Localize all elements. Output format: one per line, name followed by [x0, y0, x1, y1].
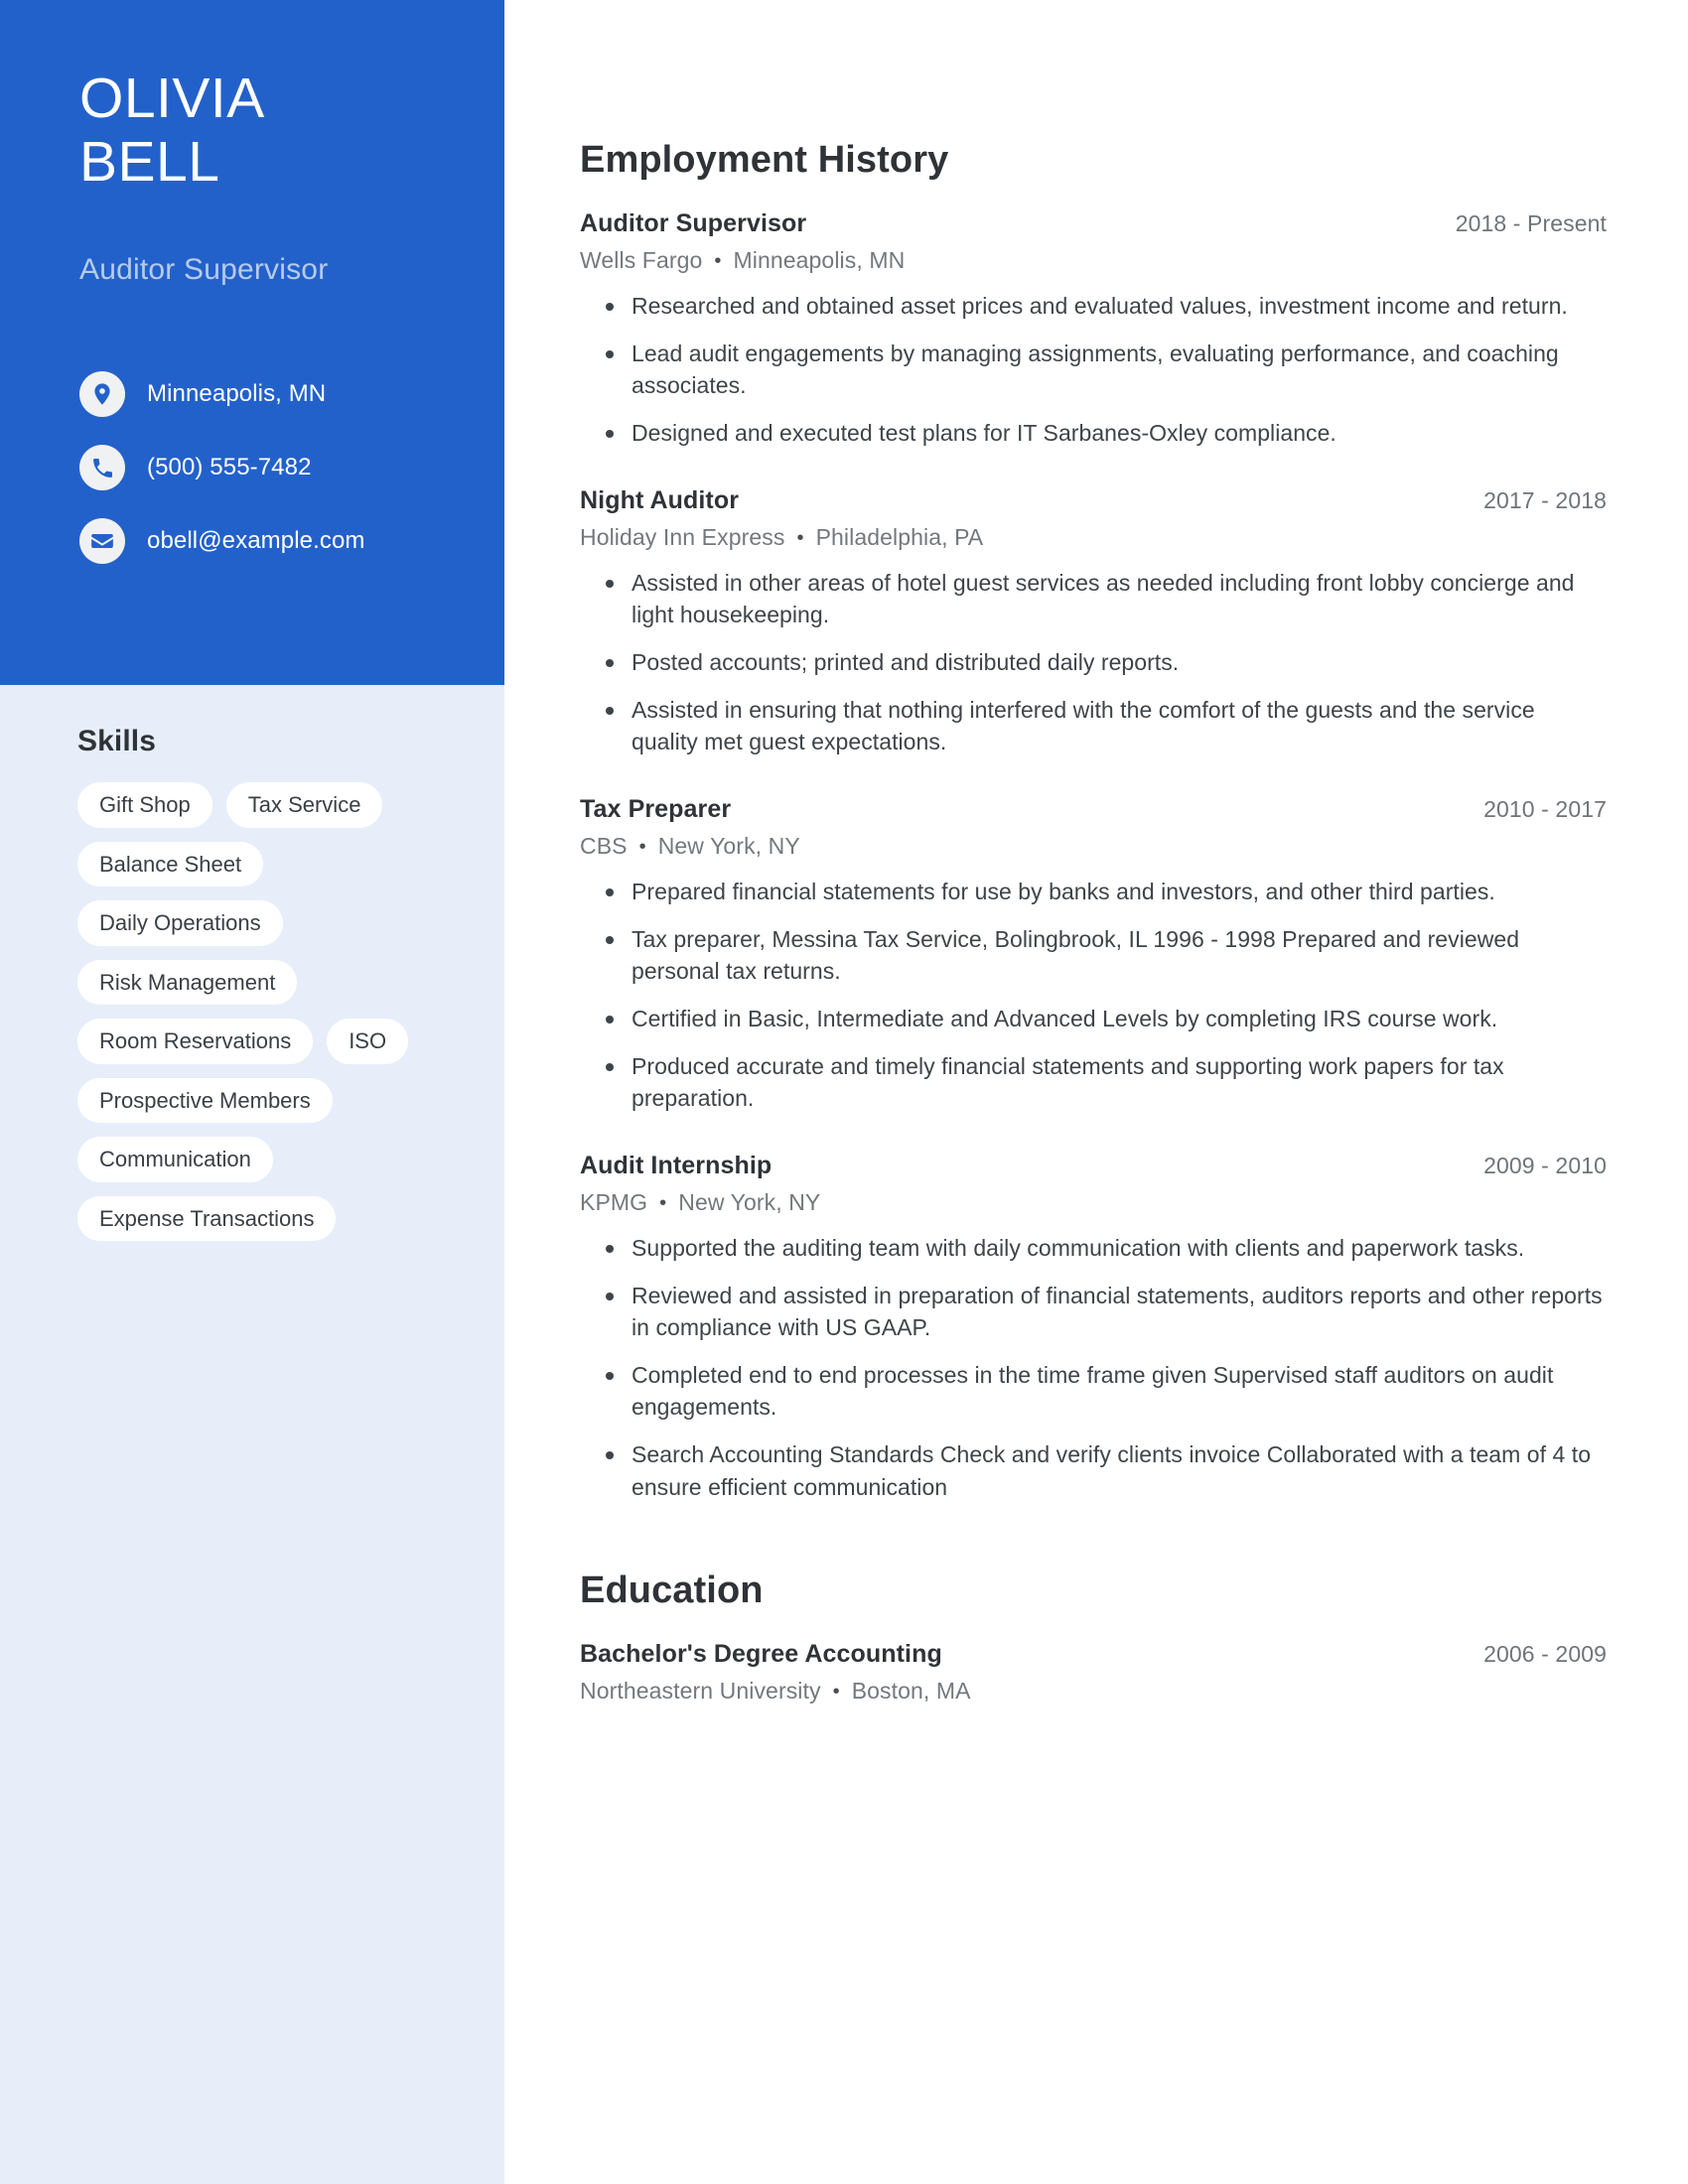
- entry-location: Philadelphia, PA: [815, 523, 984, 550]
- entry-separator-dot: •: [714, 250, 722, 272]
- entry-organization: KPMG: [580, 1188, 648, 1215]
- entry-bullet: Prepared financial statements for use by…: [606, 876, 1607, 908]
- entry-header: Auditor Supervisor 2018 - Present: [580, 209, 1607, 238]
- contact-item-phone: (500) 555-7482: [79, 431, 496, 504]
- experience-entry: Auditor Supervisor 2018 - Present Wells Fa…: [580, 209, 1607, 450]
- experience-entry: Bachelor's Degree Accounting 2006 - 2009 N…: [580, 1640, 1607, 1705]
- entry-header: Tax Preparer 2010 - 2017: [580, 795, 1607, 824]
- skill-pill: Gift Shop: [77, 782, 212, 828]
- skill-pill: Expense Transactions: [77, 1195, 337, 1241]
- entry-organization-line: KPMG • New York, NY: [580, 1189, 1607, 1216]
- entry-title: Bachelor's Degree Accounting: [580, 1640, 942, 1669]
- entry-header: Bachelor's Degree Accounting 2006 - 2009: [580, 1640, 1607, 1669]
- entry-location: Boston, MA: [851, 1678, 971, 1705]
- entry-date-range: 2018 - Present: [1455, 210, 1607, 236]
- candidate-job-title: Auditor Supervisor: [79, 253, 329, 286]
- entry-separator-dot: •: [796, 526, 804, 549]
- entry-spacer: [580, 773, 1607, 795]
- skills-heading: Skills: [77, 725, 156, 757]
- entry-date-range: 2017 - 2018: [1483, 486, 1607, 513]
- entry-organization-line: Wells Fargo • Minneapolis, MN: [580, 247, 1607, 274]
- skill-pill: Tax Service: [225, 782, 383, 828]
- entry-bullet-list: Researched and obtained asset prices and…: [580, 290, 1607, 450]
- experience-entry: Audit Internship 2009 - 2010 KPMG • New York…: [580, 1152, 1607, 1504]
- skill-pill: Risk Management: [77, 959, 298, 1005]
- entry-bullet: Search Accounting Standards Check and ve…: [606, 1438, 1607, 1503]
- entry-organization: CBS: [580, 832, 628, 859]
- entry-bullet: Assisted in ensuring that nothing interf…: [606, 694, 1607, 758]
- entry-separator-dot: •: [638, 835, 646, 858]
- entry-bullet: Produced accurate and timely financial s…: [606, 1050, 1607, 1115]
- entry-organization-line: Holiday Inn Express • Philadelphia, PA: [580, 524, 1607, 551]
- resume-page: OLIVIA BELL Auditor Supervisor Minneapol…: [0, 0, 1688, 2184]
- entry-bullet: Reviewed and assisted in preparation of …: [606, 1280, 1607, 1344]
- entry-title: Audit Internship: [580, 1151, 773, 1179]
- phone-icon: [79, 445, 125, 490]
- entry-bullet-list: Prepared financial statements for use by…: [580, 876, 1607, 1115]
- first-name: OLIVIA: [79, 67, 265, 130]
- contact-location-text: Minneapolis, MN: [147, 380, 327, 407]
- last-name: BELL: [79, 129, 220, 194]
- entry-location: Minneapolis, MN: [733, 247, 906, 273]
- email-icon: [79, 518, 125, 564]
- entry-bullet: Researched and obtained asset prices and…: [606, 290, 1607, 323]
- entry-bullet: Lead audit engagements by managing assig…: [606, 338, 1607, 402]
- contact-item-email: obell@example.com: [79, 504, 496, 578]
- entry-bullet: Supported the auditing team with daily c…: [606, 1232, 1607, 1265]
- entry-organization-line: Northeastern University • Boston, MA: [580, 1678, 1607, 1705]
- education-heading: Education: [580, 1570, 764, 1612]
- employment-entries: Auditor Supervisor 2018 - Present Wells Fa…: [580, 209, 1607, 1503]
- candidate-name: OLIVIA BELL: [79, 67, 477, 195]
- entry-header: Night Auditor 2017 - 2018: [580, 486, 1607, 515]
- employment-history-section: Employment History Auditor Supervisor 201…: [580, 139, 1607, 1503]
- entry-bullet: Tax preparer, Messina Tax Service, Bolin…: [606, 923, 1607, 988]
- entry-separator-dot: •: [659, 1191, 667, 1214]
- entry-organization: Northeastern University: [580, 1678, 821, 1705]
- entry-title: Auditor Supervisor: [580, 209, 807, 237]
- experience-entry: Night Auditor 2017 - 2018 Holiday Inn Expr…: [580, 486, 1607, 758]
- experience-entry: Tax Preparer 2010 - 2017 CBS • New York, NY P…: [580, 795, 1607, 1115]
- entry-spacer: [580, 1130, 1607, 1152]
- entry-date-range: 2009 - 2010: [1483, 1152, 1607, 1178]
- entry-organization: Wells Fargo: [580, 247, 703, 273]
- entry-location: New York, NY: [678, 1188, 821, 1215]
- contact-phone-text: (500) 555-7482: [147, 454, 312, 480]
- entry-location: New York, NY: [657, 832, 800, 859]
- education-entries: Bachelor's Degree Accounting 2006 - 2009 N…: [580, 1640, 1607, 1705]
- sidebar-header-banner: OLIVIA BELL Auditor Supervisor Minneapol…: [0, 0, 504, 685]
- main-content: Employment History Auditor Supervisor 201…: [504, 0, 1688, 2184]
- entry-bullet: Certified in Basic, Intermediate and Adv…: [606, 1003, 1607, 1035]
- skill-pill: ISO: [327, 1019, 409, 1064]
- contact-email-text: obell@example.com: [147, 527, 365, 554]
- entry-bullet-list: Supported the auditing team with daily c…: [580, 1232, 1607, 1504]
- education-section: Education Bachelor's Degree Accounting 20…: [580, 1570, 1607, 1705]
- skill-pill: Communication: [77, 1137, 273, 1182]
- entry-separator-dot: •: [832, 1681, 840, 1704]
- skill-pill: Balance Sheet: [77, 841, 264, 887]
- skill-pill: Daily Operations: [77, 900, 283, 946]
- entry-spacer: [580, 465, 1607, 486]
- entry-bullet: Designed and executed test plans for IT …: [606, 417, 1607, 450]
- contact-list: Minneapolis, MN (500) 555-7482 obell@exa…: [79, 357, 496, 578]
- sidebar: OLIVIA BELL Auditor Supervisor Minneapol…: [0, 0, 504, 2184]
- entry-bullet: Completed end to end processes in the ti…: [606, 1359, 1607, 1424]
- skills-list: Gift Shop Tax Service Balance Sheet Daily O…: [77, 782, 461, 1241]
- entry-bullet-list: Assisted in other areas of hotel guest s…: [580, 567, 1607, 758]
- entry-organization-line: CBS • New York, NY: [580, 833, 1607, 860]
- entry-organization: Holiday Inn Express: [580, 523, 785, 550]
- skill-pill: Prospective Members: [77, 1077, 333, 1123]
- entry-header: Audit Internship 2009 - 2010: [580, 1152, 1607, 1180]
- entry-bullet: Posted accounts; printed and distributed…: [606, 646, 1607, 679]
- contact-item-location: Minneapolis, MN: [79, 357, 496, 431]
- employment-history-heading: Employment History: [580, 139, 949, 181]
- entry-bullet: Assisted in other areas of hotel guest s…: [606, 567, 1607, 631]
- skills-section: Skills Gift Shop Tax Service Balance Sheet…: [0, 725, 504, 1241]
- entry-title: Night Auditor: [580, 485, 740, 514]
- entry-date-range: 2010 - 2017: [1483, 795, 1607, 822]
- entry-title: Tax Preparer: [580, 794, 732, 823]
- location-pin-icon: [79, 371, 125, 417]
- entry-date-range: 2006 - 2009: [1483, 1641, 1607, 1668]
- skill-pill: Room Reservations: [77, 1019, 314, 1064]
